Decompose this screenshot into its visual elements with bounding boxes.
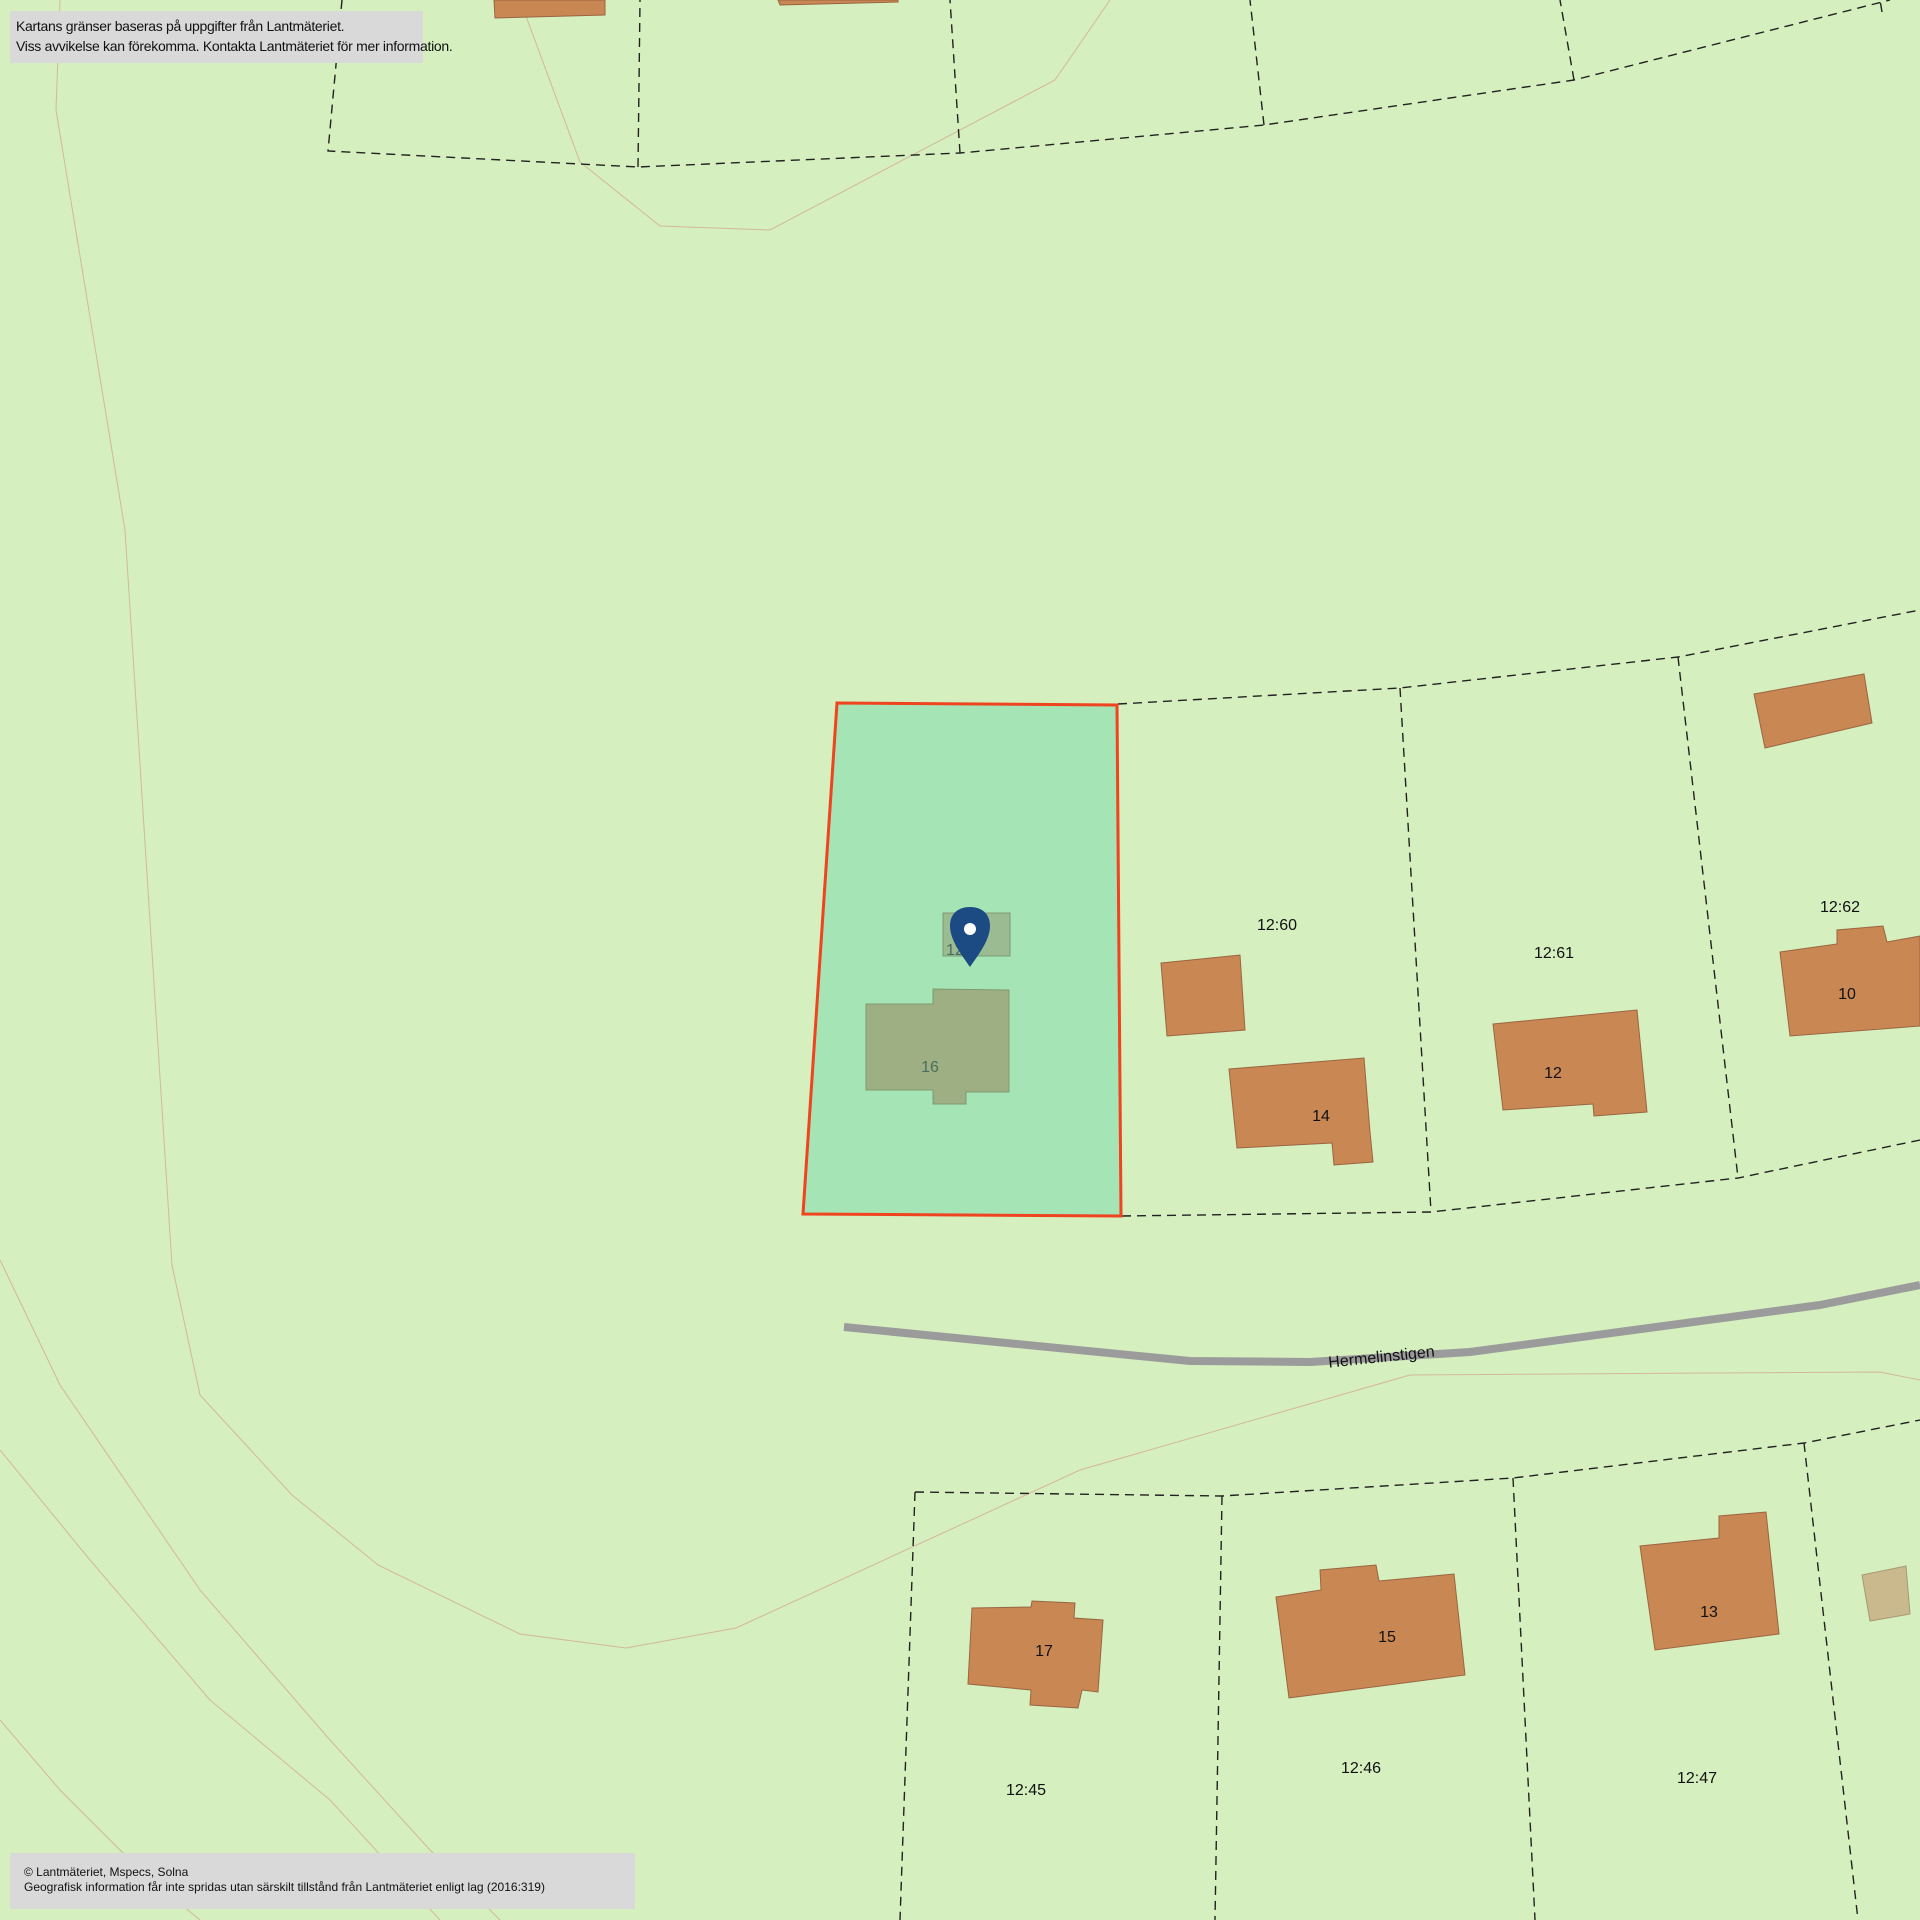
copyright-line-2: Geografisk information får inte spridas … xyxy=(24,1880,545,1894)
map-disclaimer: Kartans gränser baseras på uppgifter frå… xyxy=(10,11,453,63)
selected-property[interactable] xyxy=(801,701,1123,1218)
copyright-line-1: © Lantmäteriet, Mspecs, Solna xyxy=(24,1865,189,1879)
building-16 xyxy=(865,988,1010,1105)
building-label-16: 16 xyxy=(921,1059,939,1076)
property-label-12-62: 12:62 xyxy=(1820,899,1860,916)
building-near-1260 xyxy=(1160,954,1246,1037)
copyright-notice: © Lantmäteriet, Mspecs, Solna Geografisk… xyxy=(10,1853,635,1909)
property-label-12-46: 12:46 xyxy=(1341,1760,1381,1777)
building-label-10: 10 xyxy=(1838,986,1856,1003)
property-map[interactable]: Hermelinstigen 12 16 14 12 10 17 15 13 1… xyxy=(0,0,1920,1920)
building-top-left xyxy=(493,0,606,19)
property-label-12-47: 12:47 xyxy=(1677,1770,1717,1787)
building-far-right xyxy=(1861,1565,1911,1622)
disclaimer-line-2: Viss avvikelse kan förekomma. Kontakta L… xyxy=(16,38,453,54)
property-label-12-61: 12:61 xyxy=(1534,945,1574,962)
building-label-14: 14 xyxy=(1312,1108,1330,1125)
building-label-13: 13 xyxy=(1700,1604,1718,1621)
building-label-17: 17 xyxy=(1035,1643,1053,1660)
property-label-12-45: 12:45 xyxy=(1006,1782,1046,1799)
property-label-12-60: 12:60 xyxy=(1257,917,1297,934)
disclaimer-line-1: Kartans gränser baseras på uppgifter frå… xyxy=(16,18,345,34)
building-label-12: 12 xyxy=(1544,1065,1562,1082)
building-12 xyxy=(1492,1009,1648,1117)
building-label-15: 15 xyxy=(1378,1629,1396,1646)
